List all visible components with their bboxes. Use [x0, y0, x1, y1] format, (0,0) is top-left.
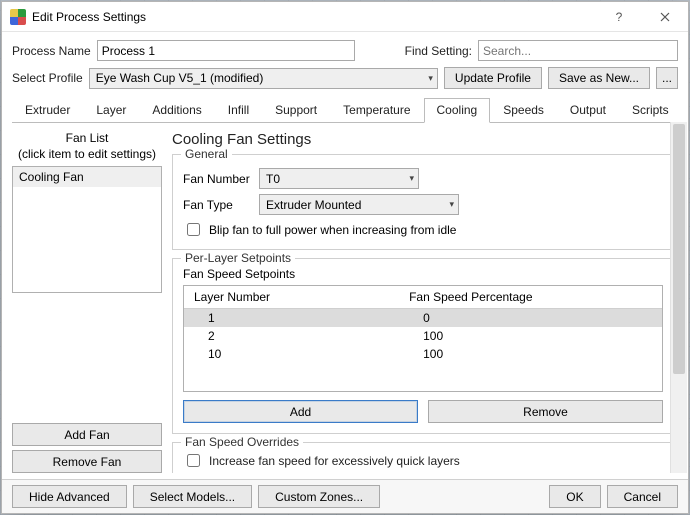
more-profiles-button[interactable]: ... — [656, 67, 678, 89]
tab-layer[interactable]: Layer — [83, 98, 139, 123]
tab-support[interactable]: Support — [262, 98, 330, 123]
group-per-layer-legend: Per-Layer Setpoints — [181, 251, 295, 265]
profile-combo-value: Eye Wash Cup V5_1 (modified) — [96, 71, 429, 85]
table-row[interactable]: 10 — [184, 309, 662, 328]
blip-fan-checkbox[interactable]: Blip fan to full power when increasing f… — [183, 220, 663, 239]
tab-body-cooling: Fan List (click item to edit settings) C… — [12, 123, 678, 473]
hide-advanced-button[interactable]: Hide Advanced — [12, 485, 127, 508]
content-area: Process Name Find Setting: Select Profil… — [2, 32, 688, 479]
cooling-settings-pane: Cooling Fan Settings General Fan Number … — [172, 131, 678, 473]
scrollbar-thumb[interactable] — [673, 124, 685, 374]
chevron-down-icon: ▾ — [409, 173, 414, 184]
setpoints-table[interactable]: Layer Number Fan Speed Percentage 102100… — [183, 285, 663, 392]
help-button[interactable]: ? — [596, 2, 642, 32]
remove-setpoint-button[interactable]: Remove — [428, 400, 663, 423]
fan-number-label: Fan Number — [183, 172, 251, 186]
find-setting-input[interactable] — [478, 40, 678, 61]
tab-other[interactable]: Other — [682, 98, 688, 123]
vertical-scrollbar[interactable] — [670, 122, 687, 473]
add-setpoint-button[interactable]: Add — [183, 400, 418, 423]
fan-list[interactable]: Cooling Fan — [12, 166, 162, 292]
group-general-legend: General — [181, 147, 232, 161]
group-overrides: Fan Speed Overrides Increase fan speed f… — [172, 442, 674, 473]
group-general: General Fan Number T0 ▾ Fan Type Extrude… — [172, 154, 674, 250]
custom-zones-button[interactable]: Custom Zones... — [258, 485, 380, 508]
process-name-label: Process Name — [12, 44, 91, 58]
save-as-new-button[interactable]: Save as New... — [548, 67, 650, 89]
window-title: Edit Process Settings — [32, 10, 146, 24]
override-enable-checkbox[interactable]: Increase fan speed for excessively quick… — [183, 451, 663, 470]
tab-output[interactable]: Output — [557, 98, 619, 123]
tab-temperature[interactable]: Temperature — [330, 98, 423, 123]
titlebar: Edit Process Settings ? — [2, 2, 688, 32]
close-button[interactable] — [642, 2, 688, 32]
profile-combo[interactable]: Eye Wash Cup V5_1 (modified) ▾ — [89, 68, 438, 89]
setpoints-label: Fan Speed Setpoints — [183, 267, 663, 281]
tab-additions[interactable]: Additions — [139, 98, 214, 123]
select-models-button[interactable]: Select Models... — [133, 485, 252, 508]
override-enable-checkbox-input[interactable] — [187, 454, 200, 467]
section-title: Cooling Fan Settings — [172, 131, 674, 148]
find-setting-label: Find Setting: — [405, 44, 472, 58]
tab-infill[interactable]: Infill — [215, 98, 262, 123]
ok-button[interactable]: OK — [549, 485, 600, 508]
tab-scripts[interactable]: Scripts — [619, 98, 682, 123]
remove-fan-button[interactable]: Remove Fan — [12, 450, 162, 473]
select-profile-label: Select Profile — [12, 71, 83, 85]
blip-fan-checkbox-input[interactable] — [187, 223, 200, 236]
update-profile-button[interactable]: Update Profile — [444, 67, 542, 89]
fan-type-label: Fan Type — [183, 198, 251, 212]
col-fan-speed: Fan Speed Percentage — [399, 286, 662, 309]
table-row[interactable]: 10100 — [184, 345, 662, 363]
tab-speeds[interactable]: Speeds — [490, 98, 557, 123]
fan-list-item[interactable]: Cooling Fan — [13, 167, 161, 187]
tab-cooling[interactable]: Cooling — [424, 98, 491, 123]
fan-number-combo[interactable]: T0 ▾ — [259, 168, 419, 189]
tabs: ExtruderLayerAdditionsInfillSupportTempe… — [12, 97, 678, 123]
group-per-layer: Per-Layer Setpoints Fan Speed Setpoints … — [172, 258, 674, 434]
table-row[interactable]: 2100 — [184, 327, 662, 345]
fan-list-title: Fan List (click item to edit settings) — [12, 131, 162, 162]
col-layer-number: Layer Number — [184, 286, 399, 309]
fan-type-combo[interactable]: Extruder Mounted ▾ — [259, 194, 459, 215]
cancel-button[interactable]: Cancel — [607, 485, 678, 508]
tab-extruder[interactable]: Extruder — [12, 98, 83, 123]
footer: Hide Advanced Select Models... Custom Zo… — [2, 479, 688, 513]
dialog-window: Edit Process Settings ? Process Name Fin… — [1, 1, 689, 514]
add-fan-button[interactable]: Add Fan — [12, 423, 162, 446]
group-overrides-legend: Fan Speed Overrides — [181, 435, 303, 449]
app-icon — [10, 9, 26, 25]
fan-list-pane: Fan List (click item to edit settings) C… — [12, 131, 162, 473]
chevron-down-icon: ▾ — [428, 73, 433, 84]
chevron-down-icon: ▾ — [449, 199, 454, 210]
process-name-input[interactable] — [97, 40, 355, 61]
